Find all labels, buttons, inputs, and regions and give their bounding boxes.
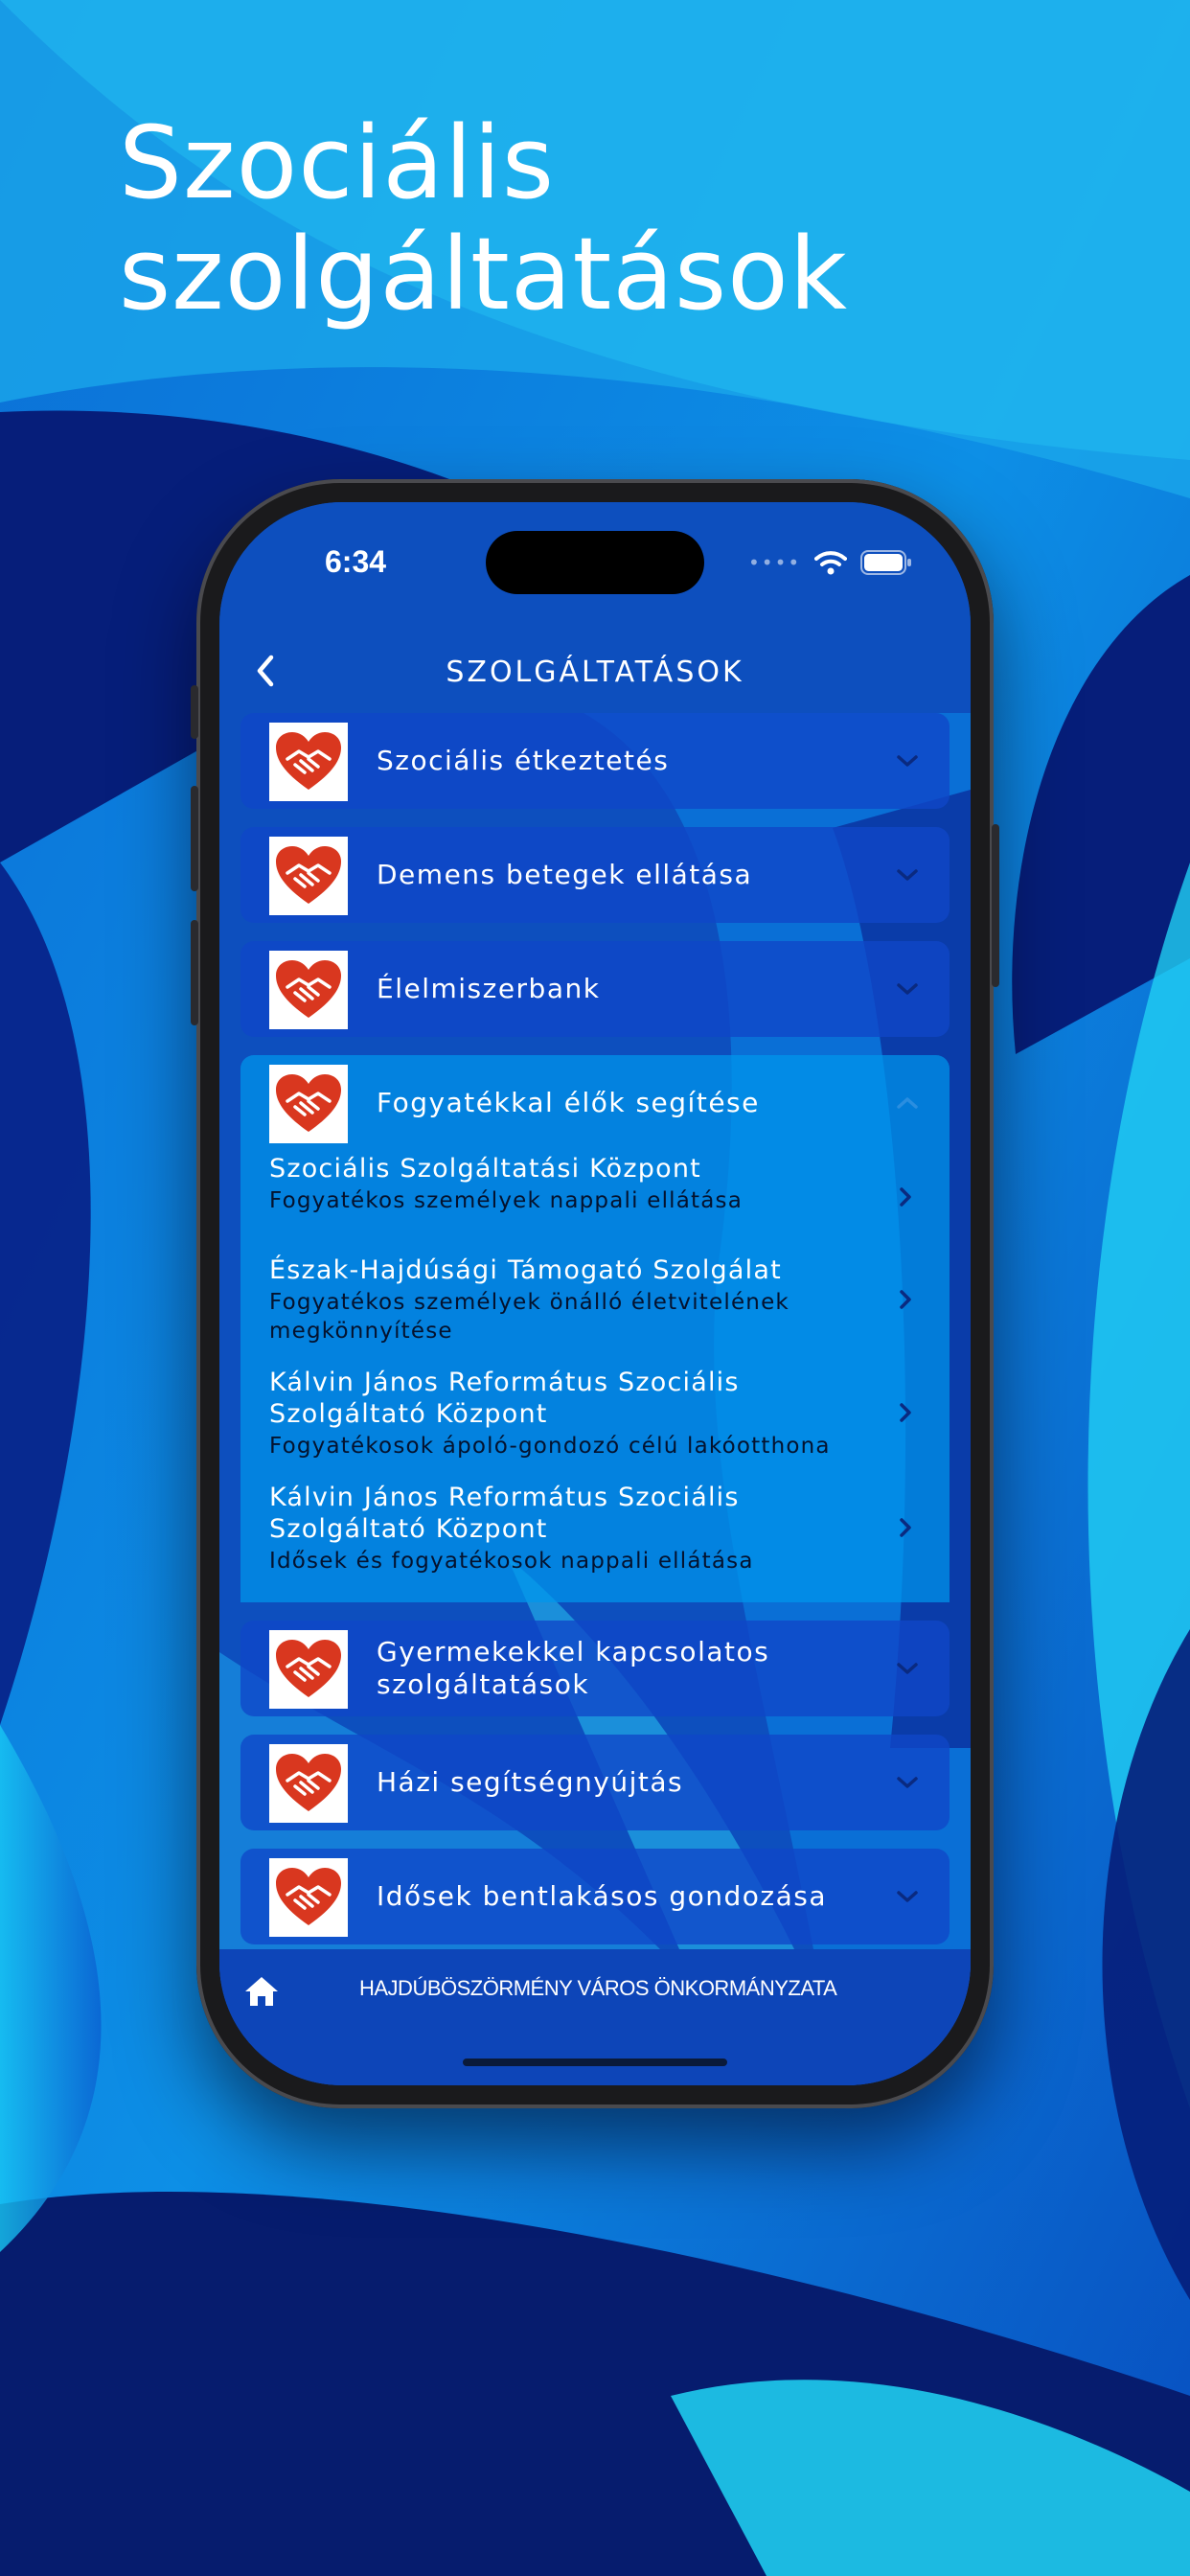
nav-title: SZOLGÁLTATÁSOK [446,656,744,689]
status-time: 6:34 [325,544,387,579]
footer-bar: HAJDÚBÖSZÖRMÉNY VÁROS ÖNKORMÁNYZATA [219,1949,971,2085]
category-row-idosek-bentlakasos[interactable]: Idősek bentlakásos gondozása [240,1849,950,1944]
chevron-right-icon [900,1403,911,1422]
headline-line-1: Szociális [119,104,556,221]
headline-line-2: szolgáltatások [119,216,848,333]
service-item[interactable]: Kálvin János Református Szociális Szolgá… [240,1470,950,1585]
service-item-title: Észak-Hajdúsági Támogató Szolgálat [269,1255,782,1285]
category-label: Idősek bentlakásos gondozása [377,1880,827,1912]
heart-handshake-icon [269,1744,348,1823]
service-item[interactable]: Észak-Hajdúsági Támogató Szolgálat Fogya… [240,1243,950,1355]
page-headline: Szociális szolgáltatások [119,107,848,330]
phone-screen: 6:34 •••• SZOLGÁLTATÁSOK Szociális étkez… [219,502,971,2085]
service-item-title: Kálvin János Református Szociális Szolgá… [269,1483,740,1544]
chevron-down-icon [897,1777,918,1788]
category-row-elelmiszerbank[interactable]: Élelmiszerbank [240,941,950,1037]
nav-bar: SZOLGÁLTATÁSOK [219,627,971,713]
chevron-right-icon [900,1289,911,1309]
chevron-down-icon [897,1891,918,1902]
category-row-hazi-segitsegnyujtas[interactable]: Házi segítségnyújtás [240,1735,950,1830]
dynamic-island [486,531,704,594]
chevron-right-icon [900,1187,911,1207]
status-icons: •••• [748,548,912,577]
phone-frame: 6:34 •••• SZOLGÁLTATÁSOK Szociális étkez… [191,479,999,2108]
chevron-down-icon [897,869,918,881]
signal-dots-icon: •••• [748,551,802,574]
category-label: Házi segítségnyújtás [377,1766,684,1798]
service-item[interactable]: Kálvin János Református Szociális Szolgá… [240,1355,950,1470]
chevron-down-icon [897,755,918,767]
side-button-left-2 [191,786,198,891]
heart-handshake-icon [269,723,348,801]
side-button-left-1 [191,685,198,739]
chevron-down-icon [897,1663,918,1674]
home-icon[interactable] [242,1974,281,2009]
heart-handshake-icon [269,837,348,915]
category-label: Fogyatékkal élők segítése [377,1087,760,1118]
battery-icon [860,550,912,575]
category-label: Élelmiszerbank [377,973,601,1004]
status-bar: 6:34 •••• [219,502,971,617]
heart-handshake-icon [269,1065,348,1143]
chevron-down-icon [897,983,918,995]
service-item-description: Idősek és fogyatékosok nappali ellátása [269,1549,754,1574]
category-row-demens-betegek[interactable]: Demens betegek ellátása [240,827,950,923]
category-label: Gyermekekkel kapcsolatos szolgáltatások [377,1636,770,1700]
side-button-right [992,824,999,987]
chevron-right-icon [900,1518,911,1537]
category-label: Szociális étkeztetés [377,745,670,776]
heart-handshake-icon [269,1858,348,1937]
footer-municipality: HAJDÚBÖSZÖRMÉNY VÁROS ÖNKORMÁNYZATA [359,1976,837,2000]
service-item-description: Fogyatékos személyek nappali ellátása [269,1188,744,1213]
category-label: Demens betegek ellátása [377,859,753,890]
wifi-icon [814,551,848,575]
service-item[interactable]: Szociális Szolgáltatási Központ Fogyaték… [240,1151,950,1243]
heart-handshake-icon [269,1630,348,1709]
chevron-up-icon [897,1097,918,1109]
heart-handshake-icon [269,951,348,1029]
category-row-fogyatekkal-elok[interactable]: Fogyatékkal élők segítése Szociális Szol… [240,1055,950,1602]
service-item-title: Szociális Szolgáltatási Központ [269,1154,701,1184]
services-list: Szociális étkeztetés Demens betegek ellá… [240,713,950,1949]
category-row-gyermekekkel[interactable]: Gyermekekkel kapcsolatos szolgáltatások [240,1621,950,1716]
service-item-description: Fogyatékos személyek önálló életviteléne… [269,1290,790,1344]
service-item-title: Kálvin János Református Szociális Szolgá… [269,1368,740,1429]
service-item-description: Fogyatékosok ápoló-gondozó célú lakóotth… [269,1434,831,1459]
home-indicator[interactable] [463,2058,727,2066]
side-button-left-3 [191,920,198,1025]
category-row-szocialis-etkeztetes[interactable]: Szociális étkeztetés [240,713,950,809]
